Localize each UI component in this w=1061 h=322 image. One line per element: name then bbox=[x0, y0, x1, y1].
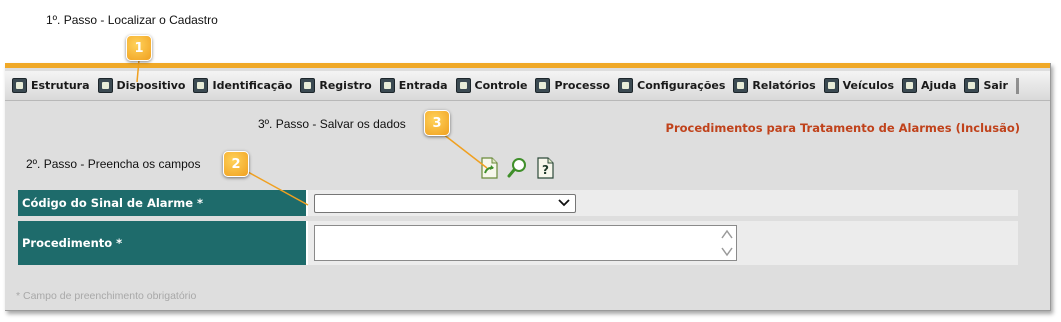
tools-icon bbox=[535, 78, 551, 93]
register-icon bbox=[300, 78, 316, 93]
building-icon bbox=[12, 78, 27, 93]
device-icon bbox=[97, 78, 113, 93]
signal-code-label: Código do Sinal de Alarme * bbox=[18, 190, 308, 216]
menu-item-relatorios[interactable]: Relatórios bbox=[733, 78, 816, 93]
user-control-icon bbox=[455, 78, 471, 93]
exit-icon bbox=[964, 78, 980, 93]
car-icon bbox=[823, 78, 839, 93]
action-toolbar: ? bbox=[478, 156, 556, 180]
procedure-label: Procedimento * bbox=[18, 221, 308, 265]
menu-item-label: Configurações bbox=[637, 79, 726, 92]
menu-item-label: Processo bbox=[554, 79, 611, 92]
step-marker-2: 2 bbox=[223, 151, 249, 177]
entry-icon bbox=[379, 78, 395, 93]
search-icon[interactable] bbox=[506, 156, 528, 180]
help-icon bbox=[902, 78, 918, 93]
step-2-instruction: 2º. Passo - Preencha os campos bbox=[26, 157, 201, 171]
report-icon bbox=[733, 78, 749, 93]
menu-item-identificacao[interactable]: Identificação bbox=[193, 78, 292, 93]
menu-item-label: Ajuda bbox=[921, 79, 957, 92]
signal-code-select[interactable] bbox=[314, 193, 576, 213]
menu-item-sair[interactable]: Sair bbox=[964, 78, 1008, 93]
save-document-icon[interactable] bbox=[478, 156, 500, 180]
step-1-instruction: 1º. Passo - Localizar o Cadastro bbox=[46, 13, 218, 27]
menu-item-ajuda[interactable]: Ajuda bbox=[902, 78, 956, 93]
menu-item-dispositivo[interactable]: Dispositivo bbox=[97, 78, 186, 93]
menu-item-estrutura[interactable]: Estrutura bbox=[12, 78, 90, 93]
layers-icon bbox=[618, 78, 634, 93]
menu-item-label: Estrutura bbox=[31, 79, 90, 92]
menu-item-label: Controle bbox=[474, 79, 528, 92]
step-3-instruction: 3º. Passo - Salvar os dados bbox=[258, 117, 406, 131]
menu-item-label: Veículos bbox=[842, 79, 895, 92]
menu-item-label: Dispositivo bbox=[116, 79, 186, 92]
step-marker-3: 3 bbox=[424, 110, 450, 136]
menu-item-veiculos[interactable]: Veículos bbox=[823, 78, 895, 93]
menu-item-registro[interactable]: Registro bbox=[300, 78, 372, 93]
menu-item-processo[interactable]: Processo bbox=[535, 78, 610, 93]
users-icon bbox=[193, 78, 209, 93]
procedure-textarea[interactable] bbox=[314, 225, 737, 261]
app-window: Estrutura Dispositivo Identificação Registr… bbox=[5, 63, 1051, 311]
step-marker-1: 1 bbox=[126, 35, 152, 61]
menu-overflow-separator bbox=[1015, 77, 1019, 94]
menu-item-label: Identificação bbox=[212, 79, 293, 92]
menu-item-entrada[interactable]: Entrada bbox=[379, 78, 448, 93]
menu-item-controle[interactable]: Controle bbox=[455, 78, 528, 93]
main-menu-bar: Estrutura Dispositivo Identificação Registr… bbox=[5, 71, 1050, 101]
menu-item-label: Relatórios bbox=[752, 79, 816, 92]
svg-text:?: ? bbox=[542, 163, 549, 177]
procedure-row: Procedimento * bbox=[18, 221, 1018, 265]
menu-item-label: Sair bbox=[983, 79, 1008, 92]
required-fields-note: * Campo de preenchimento obrigatório bbox=[16, 290, 197, 302]
menu-item-label: Registro bbox=[319, 79, 372, 92]
signal-code-row: Código do Sinal de Alarme * bbox=[18, 190, 1018, 216]
resize-spinner-icon[interactable] bbox=[721, 228, 733, 258]
page-title: Procedimentos para Tratamento de Alarmes… bbox=[665, 121, 1020, 135]
accent-bar bbox=[5, 63, 1050, 68]
chevron-down-icon bbox=[558, 198, 570, 206]
menu-item-configuracoes[interactable]: Configurações bbox=[618, 78, 725, 93]
help-document-icon[interactable]: ? bbox=[534, 156, 556, 180]
menu-item-label: Entrada bbox=[398, 79, 448, 92]
